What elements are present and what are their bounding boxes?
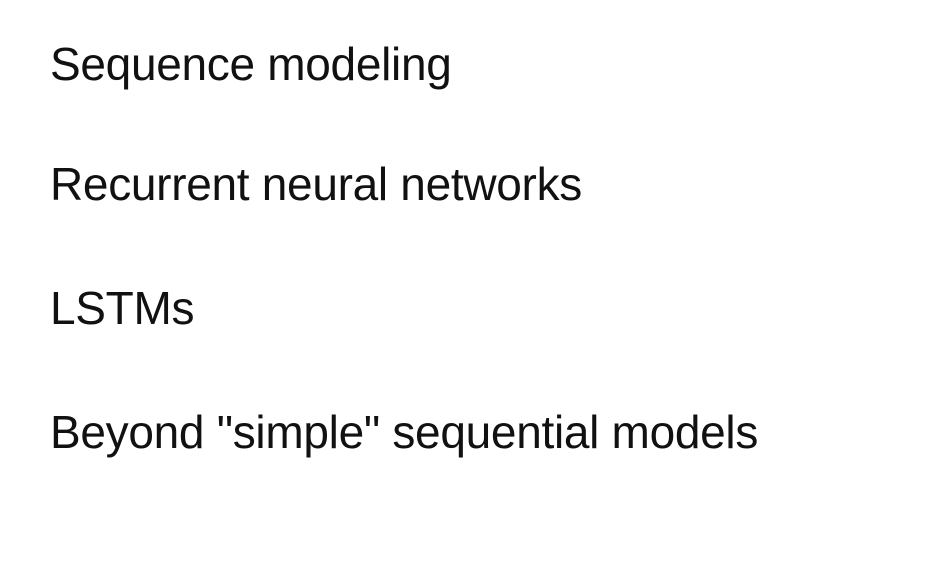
slide: Sequence modeling Recurrent neural netwo…: [0, 0, 952, 564]
topic-item-beyond-simple-sequential-models: Beyond "simple" sequential models: [50, 406, 759, 458]
topic-item-lstms: LSTMs: [50, 282, 195, 334]
topic-item-recurrent-neural-networks: Recurrent neural networks: [50, 158, 582, 210]
topic-item-sequence-modeling: Sequence modeling: [50, 38, 452, 90]
